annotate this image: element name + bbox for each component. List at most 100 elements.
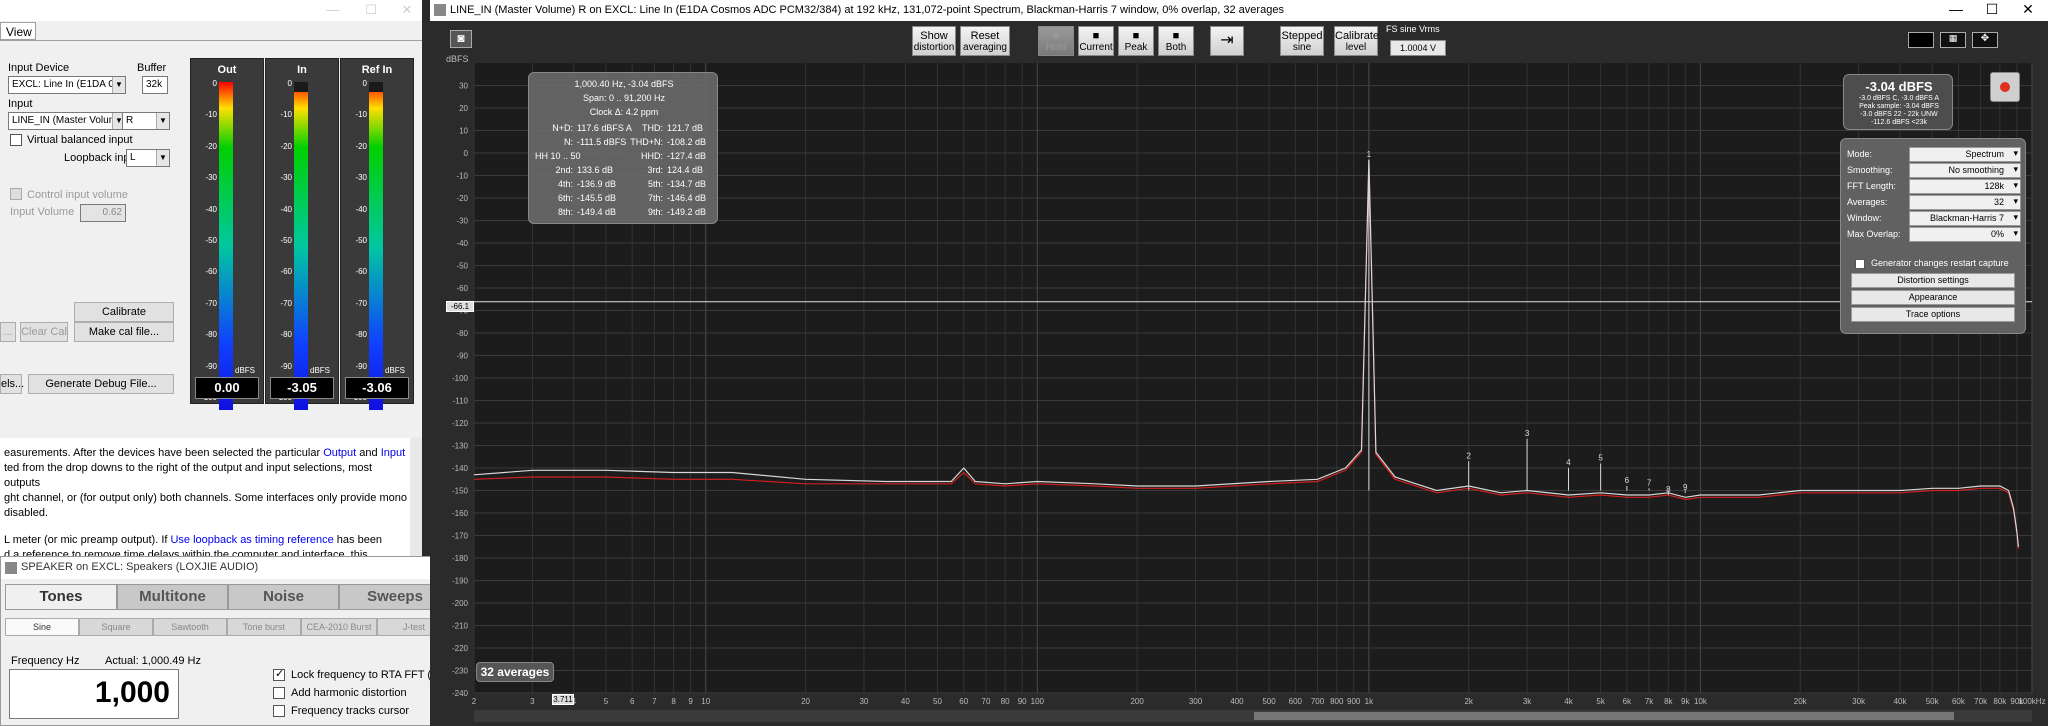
help-link-loopback[interactable]: Use loopback as timing reference [170,534,333,546]
meter-level [369,82,383,93]
stepped-sine-button[interactable]: Stepped sine [1280,26,1324,56]
layout-icon[interactable] [1908,32,1934,48]
reset-averaging-button[interactable]: Reset averaging [960,26,1010,56]
grid-icon[interactable]: ▦ [1940,32,1966,48]
fs-sine-field[interactable]: 1.0004 V [1390,40,1446,56]
x-tick-label: 70 [982,697,991,706]
show-distortion-button[interactable]: Show distortion [912,26,956,56]
y-tick-label: 0 [464,149,469,158]
meter-tick: -30 [205,173,217,183]
option-select[interactable]: 128k [1909,179,2021,194]
freq-tracks-checkbox[interactable] [273,705,285,717]
generate-debug-button[interactable]: Generate Debug File... [28,374,174,394]
buffer-select[interactable]: 32k [142,76,168,94]
tab-multitone[interactable]: Multitone [117,584,228,610]
option-select[interactable]: No smoothing [1909,163,2021,178]
input-device-select[interactable]: EXCL: Line In (E1DA C ▼ [8,76,126,94]
maximize-icon[interactable]: ☐ [356,2,386,18]
generator-subtabs: Sine Square Sawtooth Tone burst CEA-2010… [5,618,451,636]
hold-button[interactable]: ■ Hold [1038,26,1074,56]
option-select[interactable]: Blackman-Harris 7 [1909,211,2021,226]
meter-tick: -50 [355,236,367,245]
x-tick-label: 80 [1001,697,1010,706]
models-button[interactable]: els... [0,374,24,394]
control-input-volume-checkbox[interactable] [10,188,22,200]
help-link-input[interactable]: Input [381,447,405,459]
subtab-sine[interactable]: Sine [5,618,79,636]
menu-view[interactable]: View [0,22,36,40]
appearance-button[interactable]: Appearance [1851,290,2015,305]
y-tick-label: -180 [452,554,469,563]
meter-bar [294,82,308,410]
maximize-icon[interactable]: ☐ [1972,1,2012,18]
tab-noise[interactable]: Noise [228,584,339,610]
minimize-icon[interactable]: — [1936,1,1976,17]
option-select[interactable]: Spectrum [1909,147,2021,162]
cursor-y-readout: -66.1 [446,301,474,312]
more-button[interactable]: ... [0,322,16,342]
save-icon: ■ [1052,30,1060,42]
clear-cal-button[interactable]: Clear Cal [20,322,68,342]
control-input-volume-label: Control input volume [27,189,128,201]
both-button[interactable]: ■ Both [1158,26,1194,56]
distortion-cell: -111.5 dBFS [577,137,627,147]
minimize-icon[interactable]: — [318,2,348,18]
meter-tick: -20 [205,141,217,151]
option-label: Smoothing: [1847,165,1893,175]
y-tick-label: -10 [456,172,468,181]
option-select[interactable]: 0% [1909,227,2021,242]
current-button[interactable]: ■ Current [1078,26,1114,56]
ref-in-meter: Ref In 0-10-20-30-40-50-60-70-80-90-100 … [340,58,414,410]
import-icon[interactable]: ⇥ [1210,26,1244,56]
virtual-balanced-checkbox[interactable] [10,134,22,146]
harmonic-label: 6 [1625,476,1630,485]
peak-button[interactable]: ■ Peak [1118,26,1154,56]
y-tick-label: -40 [456,239,468,248]
option-select[interactable]: 32 [1909,195,2021,210]
lock-frequency-checkbox[interactable]: ✓ [273,668,285,681]
loopback-select[interactable]: L ▼ [126,149,170,167]
help-scrollbar[interactable] [410,438,422,556]
add-harmonic-label: Add harmonic distortion [291,687,407,699]
distortion-cell: -127.4 dB [667,151,707,161]
meter-tick: -40 [355,204,367,214]
help-link-output[interactable]: Output [323,447,356,459]
add-harmonic-checkbox[interactable] [273,687,285,699]
scrollbar-thumb[interactable] [1254,712,1954,720]
button-label: distortion [913,42,955,53]
input-volume-field[interactable]: 0.62 [80,204,126,222]
meter-tick: -10 [280,110,292,120]
generator-restart-checkbox[interactable] [1855,259,1865,269]
channel-select[interactable]: R ▼ [122,112,170,130]
meter-unit: dBFS [385,366,406,375]
x-tick-label: 30 [859,697,868,706]
calibrate-soundcard-button[interactable]: Calibrate soundcard... [74,302,174,336]
menu-divider [0,40,422,41]
x-tick-label: 3 [530,697,535,706]
meter-tick: -70 [280,298,292,308]
fullscreen-icon[interactable]: ✥ [1972,32,1998,48]
subtab-tone-burst[interactable]: Tone burst [227,618,301,636]
frequency-input[interactable]: 1,000 [9,669,179,719]
meter-tick: -60 [355,267,367,277]
check-icon: ✓ [275,668,285,680]
subtab-square[interactable]: Square [79,618,153,636]
tab-tones[interactable]: Tones [5,584,117,610]
calibrate-level-button[interactable]: Calibrate level [1334,26,1379,56]
close-icon[interactable]: ✕ [2008,1,2048,18]
subtab-cea-burst[interactable]: CEA-2010 Burst [301,618,377,636]
option-label: Mode: [1847,149,1873,159]
close-icon[interactable]: ✕ [392,2,422,18]
subtab-sawtooth[interactable]: Sawtooth [153,618,227,636]
make-cal-file-button[interactable]: Make cal file... [74,322,174,342]
record-button[interactable] [1990,72,2020,102]
x-tick-label: 10 [701,697,710,706]
x-scrollbar[interactable] [474,710,2032,722]
distortion-cell: -149.2 dB [667,207,707,217]
camera-icon[interactable]: ◙ [450,30,472,48]
distortion-settings-button[interactable]: Distortion settings [1851,273,2015,288]
x-tick-label: 400 [1230,697,1244,706]
trace-options-button[interactable]: Trace options [1851,307,2015,322]
cursor-x-readout: 3.711 [552,694,574,705]
input-select[interactable]: LINE_IN (Master Volume) ▼ [8,112,126,130]
